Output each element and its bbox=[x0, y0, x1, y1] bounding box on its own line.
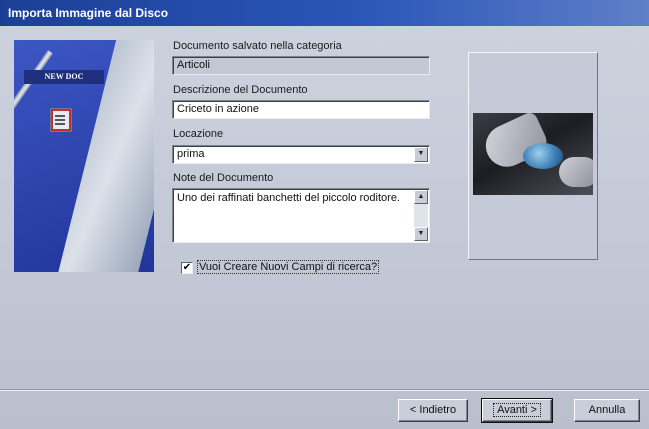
description-label: Descrizione del Documento bbox=[173, 84, 308, 96]
scroll-down-icon[interactable]: ▼ bbox=[414, 227, 428, 241]
create-fields-label[interactable]: Vuoi Creare Nuovi Campi di ricerca? bbox=[196, 260, 380, 274]
scroll-up-icon[interactable]: ▲ bbox=[414, 190, 428, 204]
next-button[interactable]: Avanti > bbox=[481, 398, 553, 423]
category-field: Articoli bbox=[172, 56, 430, 75]
location-select[interactable]: prima ▼ bbox=[172, 145, 430, 164]
notes-textarea[interactable]: Uno dei raffinati banchetti del piccolo … bbox=[172, 188, 430, 243]
back-button[interactable]: < Indietro bbox=[398, 399, 468, 422]
back-button-label: < Indietro bbox=[409, 404, 457, 416]
create-fields-checkbox[interactable]: ✔ bbox=[181, 262, 193, 274]
location-label: Locazione bbox=[173, 128, 224, 140]
window-title: Importa Immagine dal Disco bbox=[8, 6, 169, 20]
photo-hand-shape-2 bbox=[559, 157, 593, 187]
notes-label: Note del Documento bbox=[173, 172, 274, 184]
notes-scrollbar[interactable]: ▲ ▼ bbox=[414, 190, 428, 241]
image-preview-frame bbox=[468, 52, 598, 260]
photo-hamster-shape bbox=[523, 143, 563, 169]
notes-text: Uno dei raffinati banchetti del piccolo … bbox=[177, 192, 400, 204]
document-icon bbox=[50, 108, 72, 132]
cancel-button-label: Annulla bbox=[588, 404, 626, 416]
title-bar: Importa Immagine dal Disco bbox=[0, 0, 649, 26]
import-dialog: Importa Immagine dal Disco NEW DOC Docum… bbox=[0, 0, 649, 429]
new-doc-label: NEW DOC bbox=[24, 70, 104, 84]
preview-image bbox=[473, 113, 593, 195]
next-button-label: Avanti > bbox=[493, 403, 541, 417]
category-label: Documento salvato nella categoria bbox=[173, 40, 342, 52]
cancel-button[interactable]: Annulla bbox=[574, 399, 640, 422]
chevron-down-icon[interactable]: ▼ bbox=[414, 147, 428, 162]
wizard-side-image: NEW DOC bbox=[14, 40, 154, 272]
location-value: prima bbox=[177, 148, 205, 160]
button-divider bbox=[0, 389, 649, 391]
description-input[interactable]: Criceto in azione bbox=[172, 100, 430, 119]
